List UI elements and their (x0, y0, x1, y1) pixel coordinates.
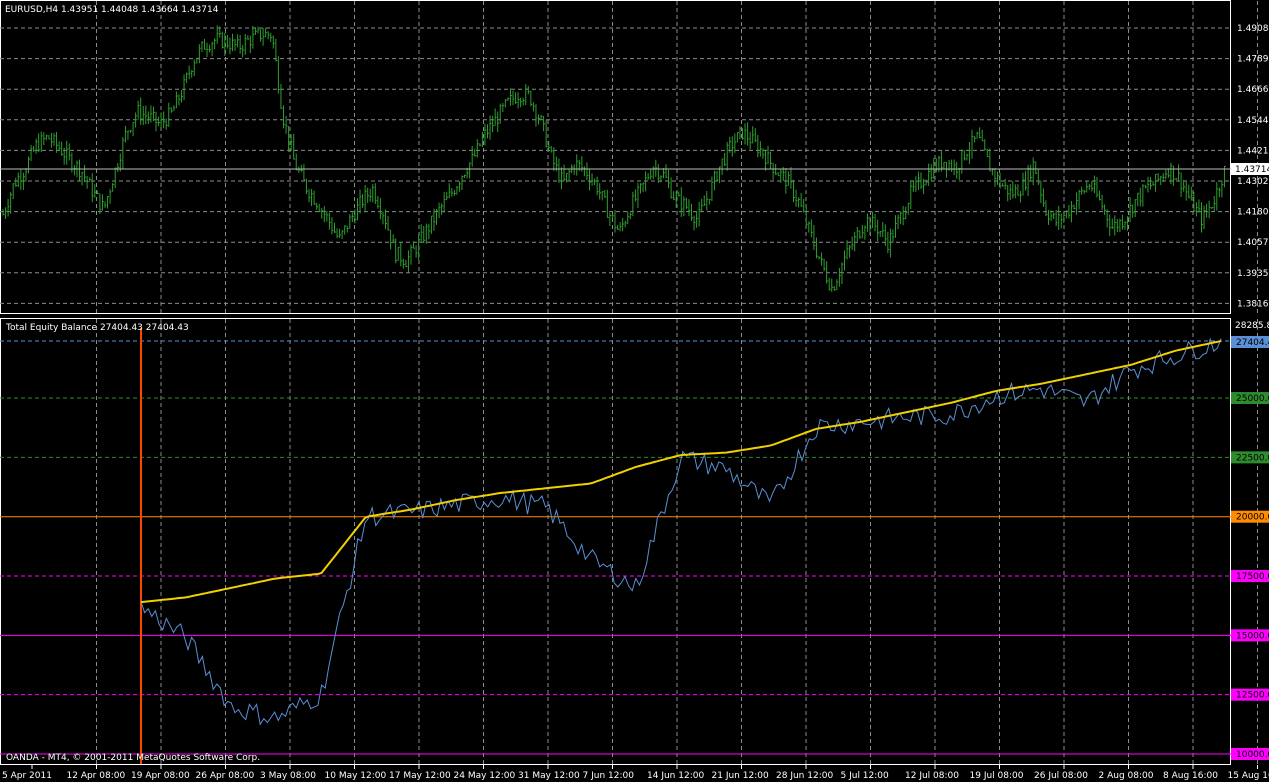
time-tick-label: 2 Aug 08:00 (1099, 771, 1154, 781)
time-tick-label: 19 Jul 08:00 (970, 771, 1024, 781)
equity-top-label: 28285.8 (1235, 321, 1269, 331)
equity-panel-title: Total Equity Balance 27404.43 27404.43 (5, 323, 189, 333)
time-tick-label: 24 May 12:00 (454, 771, 516, 781)
price-tick-label: 1.47890 (1237, 55, 1269, 65)
equity-panel-frame (0, 318, 1231, 765)
price-bars[interactable] (2, 25, 1226, 292)
time-tick-label: 12 Jul 08:00 (905, 771, 959, 781)
equity-level-label: 20000.0 (1236, 513, 1269, 523)
equity-level-label: 17500.0 (1236, 572, 1269, 582)
vertical-gridlines (96, 1, 1258, 764)
time-tick-label: 31 May 12:00 (518, 771, 580, 781)
equity-series-line (140, 337, 1222, 726)
price-tick-label: 1.41800 (1237, 208, 1269, 218)
time-tick-label: 3 May 08:00 (260, 771, 316, 781)
time-tick-label: 8 Aug 16:00 (1163, 771, 1218, 781)
equity-level-label: 12500.0 (1236, 691, 1269, 701)
balance-series-line (140, 340, 1222, 604)
chart-canvas[interactable]: 1.49080 1.47890 1.46665 1.45440 1.44215 1.430… (0, 0, 1269, 782)
price-panel-title: EURUSD,H4 1.43951 1.44048 1.43664 1.4371… (5, 5, 219, 15)
equity-current-label: 27404.4 (1236, 338, 1269, 348)
time-tick-label: 12 Apr 08:00 (67, 771, 126, 781)
price-horizontal-gridlines (0, 27, 1231, 304)
price-tick-label: 1.40575 (1237, 238, 1269, 248)
time-tick-label: 17 May 12:00 (389, 771, 451, 781)
footer-copyright: OANDA - MT4, © 2001-2011 MetaQuotes Soft… (6, 753, 260, 763)
time-tick-label: 7 Jun 12:00 (583, 771, 635, 781)
price-tick-label: 1.38160 (1237, 299, 1269, 309)
price-tick-label: 1.46665 (1237, 85, 1269, 95)
time-tick-label: 5 Jul 12:00 (841, 771, 890, 781)
time-tick-label: 21 Jun 12:00 (712, 771, 769, 781)
equity-axis: 25000.0 22500.0 20000.0 17500.0 15000.0 12500… (1231, 392, 1269, 760)
time-tick-label: 26 Jul 08:00 (1034, 771, 1088, 781)
time-axis: 5 Apr 2011 12 Apr 08:00 19 Apr 08:00 26 Apr… (2, 765, 1269, 781)
equity-level-label: 22500.0 (1236, 453, 1269, 463)
time-tick-label: 19 Apr 08:00 (131, 771, 190, 781)
equity-level-label: 15000.0 (1236, 631, 1269, 641)
price-tick-label: 1.49080 (1237, 24, 1269, 34)
equity-level-label: 25000.0 (1236, 394, 1269, 404)
time-tick-label: 28 Jun 12:00 (776, 771, 833, 781)
equity-level-label: 10000.0 (1236, 750, 1269, 760)
time-tick-label: 5 Apr 2011 (2, 771, 52, 781)
time-tick-label: 26 Apr 08:00 (196, 771, 255, 781)
price-tick-label: 1.39350 (1237, 269, 1269, 279)
time-tick-label: 14 Jun 12:00 (647, 771, 704, 781)
time-tick-label: 10 May 12:00 (325, 771, 387, 781)
time-tick-label: 15 Aug 16:00 (1228, 771, 1269, 781)
price-tick-label: 1.44215 (1237, 146, 1269, 156)
equity-level-lines (0, 340, 1231, 755)
price-tick-label: 1.43025 (1237, 177, 1269, 187)
price-panel-frame (0, 0, 1231, 314)
current-price-label: 1.43714 (1235, 165, 1269, 175)
price-tick-label: 1.45440 (1237, 116, 1269, 126)
